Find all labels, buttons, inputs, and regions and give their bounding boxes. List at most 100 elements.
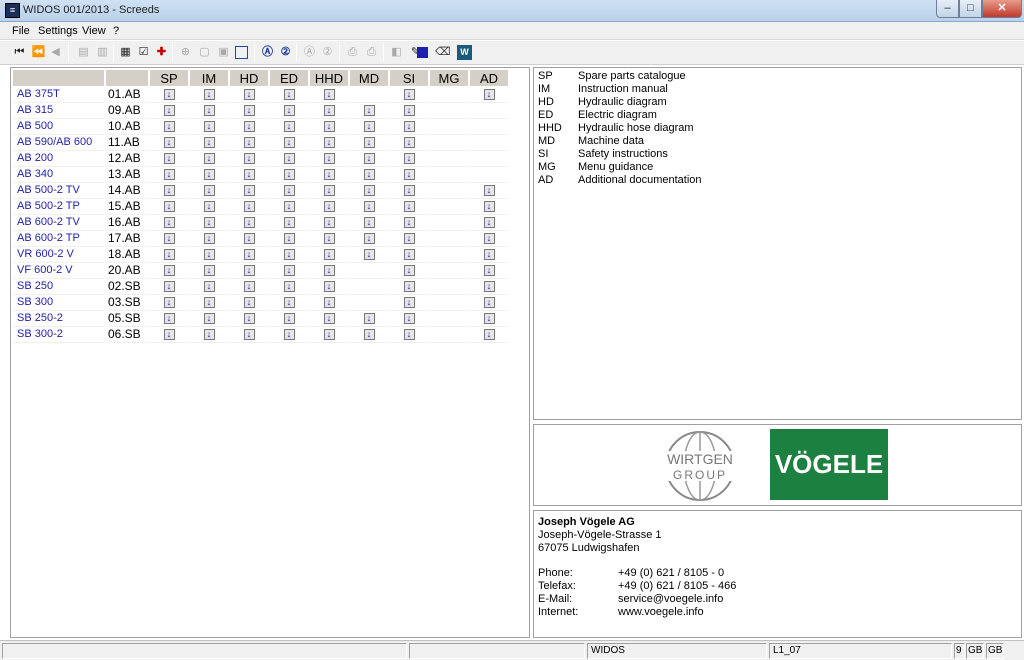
download-icon[interactable]: ↓ xyxy=(323,153,335,165)
model-name[interactable]: AB 500-2 TV xyxy=(13,182,106,199)
download-icon[interactable]: ↓ xyxy=(403,89,415,101)
download-icon[interactable]: ↓ xyxy=(403,121,415,133)
download-icon[interactable]: ↓ xyxy=(203,105,215,117)
download-icon[interactable]: ↓ xyxy=(203,185,215,197)
download-icon[interactable]: ↓ xyxy=(203,281,215,293)
maximize-button[interactable]: □ xyxy=(959,0,982,18)
download-icon[interactable]: ↓ xyxy=(203,249,215,261)
download-icon[interactable]: ↓ xyxy=(483,201,495,213)
download-icon[interactable]: ↓ xyxy=(163,153,175,165)
download-icon[interactable]: ↓ xyxy=(283,313,295,325)
download-icon[interactable]: ↓ xyxy=(283,169,295,181)
download-icon[interactable]: ↓ xyxy=(403,169,415,181)
download-icon[interactable]: ↓ xyxy=(483,89,495,101)
download-icon[interactable]: ↓ xyxy=(283,185,295,197)
download-icon[interactable]: ↓ xyxy=(283,153,295,165)
close-button[interactable]: ✕ xyxy=(982,0,1022,18)
model-name[interactable]: AB 600-2 TP xyxy=(13,230,106,247)
download-icon[interactable]: ↓ xyxy=(163,313,175,325)
download-icon[interactable]: ↓ xyxy=(283,121,295,133)
model-name[interactable]: AB 315 xyxy=(13,102,106,119)
model-name[interactable]: AB 600-2 TV xyxy=(13,214,106,231)
download-icon[interactable]: ↓ xyxy=(163,281,175,293)
download-icon[interactable]: ↓ xyxy=(403,137,415,149)
download-icon[interactable]: ↓ xyxy=(323,329,335,341)
eraser2-icon[interactable]: ⌫ xyxy=(435,45,451,60)
download-icon[interactable]: ↓ xyxy=(163,233,175,245)
download-icon[interactable]: ↓ xyxy=(203,297,215,309)
download-icon[interactable]: ↓ xyxy=(323,201,335,213)
download-icon[interactable]: ↓ xyxy=(163,249,175,261)
email-value[interactable]: service@voegele.info xyxy=(618,593,723,605)
menu-view[interactable]: View xyxy=(82,25,106,37)
download-icon[interactable]: ↓ xyxy=(243,169,255,181)
download-icon[interactable]: ↓ xyxy=(283,201,295,213)
download-icon[interactable]: ↓ xyxy=(203,153,215,165)
download-icon[interactable]: ↓ xyxy=(323,89,335,101)
download-icon[interactable]: ↓ xyxy=(323,217,335,229)
model-name[interactable]: SB 250-2 xyxy=(13,310,106,327)
download-icon[interactable]: ↓ xyxy=(243,201,255,213)
download-icon[interactable]: ↓ xyxy=(483,313,495,325)
search-2-disabled-icon[interactable]: ② xyxy=(320,45,335,60)
download-icon[interactable]: ↓ xyxy=(363,185,375,197)
download-icon[interactable]: ↓ xyxy=(363,217,375,229)
download-icon[interactable]: ↓ xyxy=(323,265,335,277)
download-icon[interactable]: ↓ xyxy=(323,121,335,133)
download-icon[interactable]: ↓ xyxy=(243,297,255,309)
printer-icon[interactable]: ⎙ xyxy=(345,45,360,60)
page-icon[interactable]: ▢ xyxy=(197,45,212,60)
download-icon[interactable]: ↓ xyxy=(283,89,295,101)
download-icon[interactable]: ↓ xyxy=(243,329,255,341)
download-icon[interactable]: ↓ xyxy=(163,297,175,309)
menu-help[interactable]: ? xyxy=(113,25,119,37)
download-icon[interactable]: ↓ xyxy=(363,201,375,213)
download-icon[interactable]: ↓ xyxy=(483,217,495,229)
download-icon[interactable]: ↓ xyxy=(283,105,295,117)
checklist-icon[interactable]: ☑ xyxy=(136,45,151,60)
download-icon[interactable]: ↓ xyxy=(243,137,255,149)
print-icon[interactable]: ▦ xyxy=(118,45,133,60)
stamp-icon[interactable]: ◧ xyxy=(389,45,404,60)
download-icon[interactable]: ↓ xyxy=(283,329,295,341)
download-icon[interactable]: ↓ xyxy=(203,217,215,229)
download-icon[interactable]: ↓ xyxy=(403,153,415,165)
model-name[interactable]: SB 300 xyxy=(13,294,106,311)
previous-section-icon[interactable]: ⏪ xyxy=(31,45,46,60)
download-icon[interactable]: ↓ xyxy=(323,137,335,149)
download-icon[interactable]: ↓ xyxy=(403,217,415,229)
download-icon[interactable]: ↓ xyxy=(243,153,255,165)
search-a-disabled-icon[interactable]: Ⓐ xyxy=(302,45,317,60)
download-icon[interactable]: ↓ xyxy=(363,233,375,245)
download-icon[interactable]: ↓ xyxy=(203,169,215,181)
download-icon[interactable]: ↓ xyxy=(323,297,335,309)
app-icon[interactable]: ≡ xyxy=(5,3,20,18)
download-icon[interactable]: ↓ xyxy=(243,185,255,197)
download-icon[interactable]: ↓ xyxy=(483,265,495,277)
model-name[interactable]: SB 300-2 xyxy=(13,326,106,343)
download-icon[interactable]: ↓ xyxy=(283,281,295,293)
download-icon[interactable]: ↓ xyxy=(163,217,175,229)
download-icon[interactable]: ↓ xyxy=(243,217,255,229)
download-icon[interactable]: ↓ xyxy=(283,217,295,229)
download-icon[interactable]: ↓ xyxy=(243,313,255,325)
download-icon[interactable]: ↓ xyxy=(283,137,295,149)
download-icon[interactable]: ↓ xyxy=(243,105,255,117)
color-icon[interactable] xyxy=(417,47,428,58)
download-icon[interactable]: ↓ xyxy=(483,329,495,341)
add-icon[interactable]: ✚ xyxy=(154,45,169,60)
printer-all-icon[interactable]: ⎙ xyxy=(364,45,379,60)
download-icon[interactable]: ↓ xyxy=(243,249,255,261)
download-icon[interactable]: ↓ xyxy=(403,329,415,341)
download-icon[interactable]: ↓ xyxy=(283,265,295,277)
download-icon[interactable]: ↓ xyxy=(483,185,495,197)
model-name[interactable]: VF 600-2 V xyxy=(13,262,106,279)
download-icon[interactable]: ↓ xyxy=(243,121,255,133)
download-icon[interactable]: ↓ xyxy=(203,201,215,213)
download-icon[interactable]: ↓ xyxy=(163,169,175,181)
download-icon[interactable]: ↓ xyxy=(203,265,215,277)
model-name[interactable]: VR 600-2 V xyxy=(13,246,106,263)
download-icon[interactable]: ↓ xyxy=(363,105,375,117)
download-icon[interactable]: ↓ xyxy=(203,329,215,341)
download-icon[interactable]: ↓ xyxy=(203,89,215,101)
